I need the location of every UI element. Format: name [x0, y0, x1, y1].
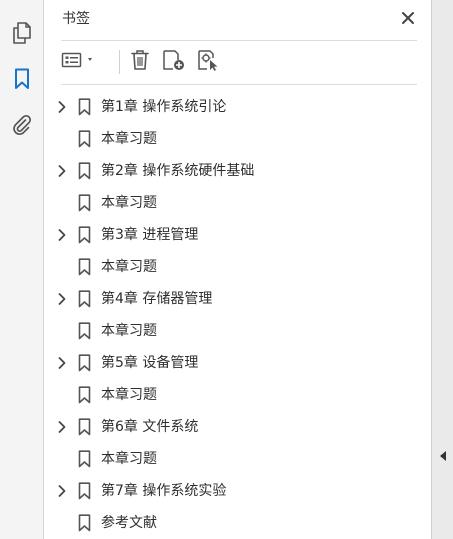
bookmark-label: 本章习题 — [101, 131, 157, 147]
bookmark-item[interactable]: 本章习题 — [45, 187, 431, 219]
bookmarks-icon — [14, 68, 30, 90]
bookmark-toolbar — [61, 48, 417, 76]
bookmark-item[interactable]: 本章习题 — [45, 443, 431, 475]
bookmark-icon — [77, 290, 91, 308]
bookmark-item[interactable]: 第4章 存储器管理 — [45, 283, 431, 315]
attachments-button[interactable] — [8, 111, 36, 139]
bookmark-panel: 书签 第1章 操作系统引论 本章习题 第2章 操作系统硬件基础 本章习题 第3章… — [45, 0, 431, 539]
bookmark-label: 本章习题 — [101, 387, 157, 403]
toolbar-separator — [119, 50, 120, 74]
bookmark-tree: 第1章 操作系统引论 本章习题 第2章 操作系统硬件基础 本章习题 第3章 进程管理 本章… — [45, 91, 431, 539]
bookmark-item[interactable]: 本章习题 — [45, 251, 431, 283]
expand-chevron-icon[interactable] — [57, 292, 67, 306]
toolbar-divider — [61, 84, 417, 85]
collapse-arrow-icon — [438, 449, 448, 463]
navigation-rail — [0, 0, 44, 539]
bookmark-item[interactable]: 本章习题 — [45, 123, 431, 155]
options-menu-button[interactable] — [61, 50, 97, 74]
bookmark-item[interactable]: 本章习题 — [45, 315, 431, 347]
bookmark-label: 第6章 文件系统 — [101, 419, 199, 435]
bookmark-icon — [77, 418, 91, 436]
bookmark-item[interactable]: 第2章 操作系统硬件基础 — [45, 155, 431, 187]
bookmark-properties-button[interactable] — [196, 50, 222, 74]
bookmarks-button[interactable] — [8, 65, 36, 93]
options-menu-icon — [61, 51, 97, 73]
pages-icon — [12, 22, 32, 44]
bookmark-icon — [77, 258, 91, 276]
bookmark-item[interactable]: 第1章 操作系统引论 — [45, 91, 431, 123]
bookmark-item[interactable]: 本章习题 — [45, 379, 431, 411]
bookmark-item[interactable]: 第5章 设备管理 — [45, 347, 431, 379]
bookmark-item[interactable]: 第3章 进程管理 — [45, 219, 431, 251]
bookmark-icon — [77, 322, 91, 340]
expand-chevron-icon[interactable] — [57, 420, 67, 434]
panel-header: 书签 — [61, 8, 417, 30]
delete-bookmark-button[interactable] — [128, 50, 152, 74]
close-icon — [401, 10, 415, 29]
bookmark-properties-icon — [197, 49, 221, 75]
bookmark-label: 参考文献 — [101, 515, 157, 531]
bookmark-label: 第2章 操作系统硬件基础 — [101, 163, 255, 179]
bookmark-icon — [77, 450, 91, 468]
expand-chevron-icon[interactable] — [57, 356, 67, 370]
bookmark-icon — [77, 98, 91, 116]
bookmark-label: 本章习题 — [101, 323, 157, 339]
bookmark-icon — [77, 514, 91, 532]
expand-chevron-icon[interactable] — [57, 164, 67, 178]
bookmark-label: 第1章 操作系统引论 — [101, 99, 227, 115]
bookmark-icon — [77, 354, 91, 372]
pages-button[interactable] — [8, 19, 36, 47]
new-bookmark-icon — [162, 49, 186, 75]
bookmark-item[interactable]: 第7章 操作系统实验 — [45, 475, 431, 507]
bookmark-label: 本章习题 — [101, 195, 157, 211]
bookmark-label: 本章习题 — [101, 259, 157, 275]
expand-chevron-icon[interactable] — [57, 100, 67, 114]
bookmark-item[interactable]: 参考文献 — [45, 507, 431, 539]
attachments-icon — [12, 114, 32, 136]
header-divider — [61, 40, 417, 41]
bookmark-label: 第5章 设备管理 — [101, 355, 199, 371]
bookmark-icon — [77, 162, 91, 180]
delete-icon — [130, 49, 150, 75]
bookmark-sidebar: 书签 第1章 操作系统引论 本章习题 第2章 操作系统硬件基础 本章习题 第3章… — [0, 0, 453, 539]
panel-title: 书签 — [62, 11, 90, 27]
bookmark-label: 本章习题 — [101, 451, 157, 467]
panel-collapse-strip[interactable] — [431, 0, 453, 539]
expand-chevron-icon[interactable] — [57, 228, 67, 242]
bookmark-item[interactable]: 第6章 文件系统 — [45, 411, 431, 443]
new-bookmark-button[interactable] — [161, 50, 187, 74]
bookmark-icon — [77, 226, 91, 244]
bookmark-icon — [77, 130, 91, 148]
bookmark-icon — [77, 194, 91, 212]
bookmark-label: 第3章 进程管理 — [101, 227, 199, 243]
expand-chevron-icon[interactable] — [57, 484, 67, 498]
bookmark-icon — [77, 386, 91, 404]
close-button[interactable] — [399, 10, 417, 28]
bookmark-label: 第7章 操作系统实验 — [101, 483, 227, 499]
bookmark-label: 第4章 存储器管理 — [101, 291, 213, 307]
bookmark-icon — [77, 482, 91, 500]
